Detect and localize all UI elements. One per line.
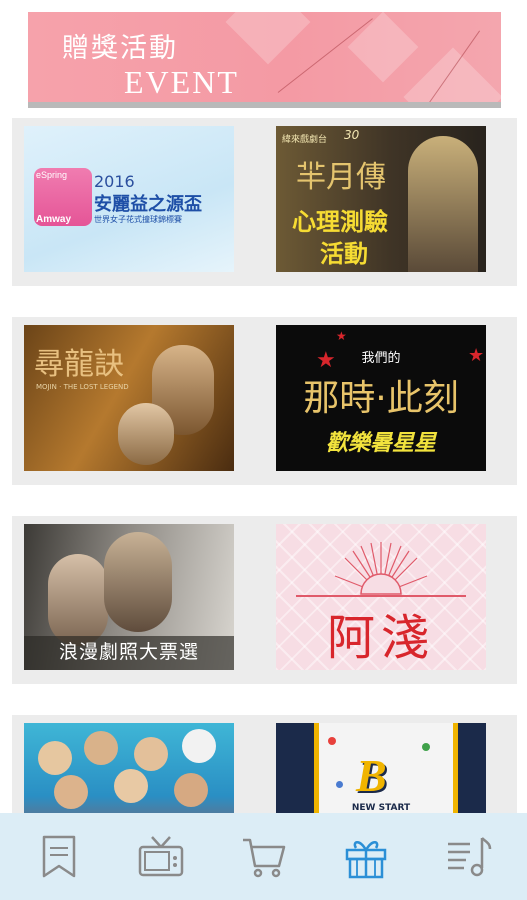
event-card-miyue[interactable]: 緯來戲劇台 30 羋月傳 心理測驗 活動 xyxy=(276,126,486,272)
event-subtitle: 歡樂暑星星 xyxy=(325,431,436,456)
event-pretitle: 我們的 xyxy=(361,351,401,366)
actress-image xyxy=(408,136,478,272)
event-row: 尋龍訣 MOJIN · THE LOST LEGEND ★ ★ ★ 我們的 那時… xyxy=(12,317,517,485)
event-card-amway[interactable]: eSpring Amway 2016 安麗益之源盃 世界女子花式撞球錦標賽 xyxy=(24,126,234,272)
person-image xyxy=(114,769,148,803)
actress-image xyxy=(48,554,108,646)
nav-item-music[interactable] xyxy=(416,813,521,900)
event-banner[interactable]: 贈獎活動 EVENT xyxy=(28,12,501,108)
banner-subtitle: EVENT xyxy=(124,64,239,100)
event-title: 安麗益之源盃 xyxy=(94,194,202,215)
nav-item-gift[interactable] xyxy=(313,813,418,900)
horizon-line xyxy=(296,595,466,597)
confetti xyxy=(328,737,336,745)
event-card-romance-vote[interactable]: 浪漫劇照大票選 xyxy=(24,524,234,670)
bookmark-icon xyxy=(42,835,75,877)
event-caption: 浪漫劇照大票選 xyxy=(58,641,199,663)
banner-title: 贈獎活動 xyxy=(62,33,178,64)
star-decoration: ★ xyxy=(336,329,347,343)
cart-icon xyxy=(242,838,285,877)
banner-decoration xyxy=(347,12,419,83)
actor-image xyxy=(104,532,172,632)
person-image xyxy=(134,737,168,771)
music-list-icon xyxy=(447,836,491,876)
nav-item-tv[interactable] xyxy=(108,813,213,900)
confetti xyxy=(422,743,430,751)
logo-tab: eSpring xyxy=(36,170,68,180)
banner-decoration xyxy=(225,12,311,65)
confetti xyxy=(336,781,343,788)
event-subtitle: MOJIN · THE LOST LEGEND xyxy=(36,383,129,391)
brand-label: Amway xyxy=(36,214,72,225)
event-row: 浪漫劇照大票選 阿淺 xyxy=(12,516,517,684)
nav-item-bookmark[interactable] xyxy=(6,813,111,900)
channel-anniversary: 30 xyxy=(344,128,360,142)
gift-icon xyxy=(345,840,386,878)
bottom-nav xyxy=(0,813,527,900)
event-subtitle-2: 活動 xyxy=(320,240,368,268)
person-image xyxy=(84,731,118,765)
tv-icon xyxy=(138,835,183,876)
b-logo: B xyxy=(356,750,387,801)
event-title: 尋龍訣 xyxy=(34,347,124,382)
event-card-mojin[interactable]: 尋龍訣 MOJIN · THE LOST LEGEND xyxy=(24,325,234,471)
event-card-those-moments[interactable]: ★ ★ ★ 我們的 那時·此刻 歡樂暑星星 xyxy=(276,325,486,471)
alpaca-image xyxy=(182,729,216,763)
nav-item-cart[interactable] xyxy=(211,813,316,900)
actor-image xyxy=(118,403,174,465)
event-title: 那時·此刻 xyxy=(303,378,459,419)
event-card-asa[interactable]: 阿淺 xyxy=(276,524,486,670)
event-row: eSpring Amway 2016 安麗益之源盃 世界女子花式撞球錦標賽 緯來… xyxy=(12,118,517,286)
sunrise-icon xyxy=(334,542,428,595)
event-subtitle: NEW START xyxy=(351,803,411,813)
person-image xyxy=(174,773,208,807)
event-subtitle: 心理測驗 xyxy=(292,208,388,236)
person-image xyxy=(54,775,88,809)
channel-label: 緯來戲劇台 xyxy=(282,135,328,145)
banner-decoration xyxy=(403,47,501,108)
event-title: 阿淺 xyxy=(326,610,435,666)
person-image xyxy=(38,741,72,775)
event-subtitle: 世界女子花式撞球錦標賽 xyxy=(94,215,182,224)
event-year: 2016 xyxy=(94,172,135,191)
event-title: 羋月傳 xyxy=(296,160,386,195)
